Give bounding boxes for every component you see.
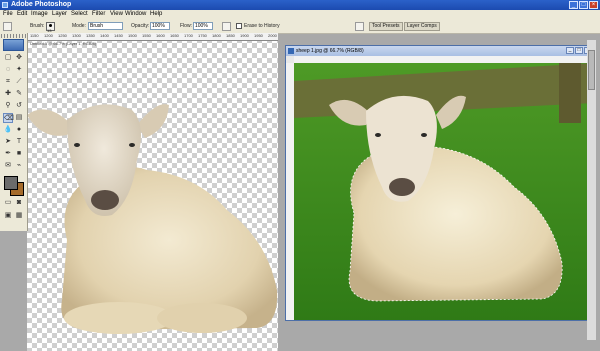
scrollbar-thumb[interactable] bbox=[588, 50, 595, 90]
document-title-left: Untitled-1 @ 66.7% (Layer 1, RGB/8) bbox=[30, 41, 97, 46]
ruler-tick: 1350 bbox=[86, 33, 95, 38]
dodge-tool-icon[interactable]: ● bbox=[14, 125, 24, 135]
ruler-tick: 1150 bbox=[30, 33, 39, 38]
title-bar: Adobe Photoshop _ □ × bbox=[0, 0, 600, 10]
options-bar: Brush: 13 Mode: Brush Opacity: 100% Flow… bbox=[0, 20, 600, 34]
menu-edit[interactable]: Edit bbox=[17, 11, 27, 17]
ruler-tick: 1550 bbox=[142, 33, 151, 38]
gradient-tool-icon[interactable]: ▤ bbox=[14, 113, 24, 123]
brush-tool-icon[interactable]: ✎ bbox=[14, 89, 24, 99]
full-screen-icon[interactable]: ▦ bbox=[14, 211, 24, 221]
menu-file[interactable]: File bbox=[3, 11, 13, 17]
history-brush-icon[interactable]: ↺ bbox=[14, 101, 24, 111]
eraser-tool-icon[interactable] bbox=[3, 22, 12, 31]
cutout-sheep-image bbox=[27, 104, 278, 334]
file-browser-icon[interactable] bbox=[355, 22, 364, 31]
pen-tool-icon[interactable]: ✒ bbox=[3, 149, 13, 159]
doc-minimize-button[interactable]: _ bbox=[566, 47, 574, 54]
foreground-color-swatch[interactable] bbox=[4, 176, 18, 190]
quick-mask-icon[interactable]: ◙ bbox=[14, 198, 24, 208]
path-selection-icon[interactable]: ➤ bbox=[3, 137, 13, 147]
document-window-right[interactable]: sheep 1.jpg @ 66.7% (RGB/8) _ □ × bbox=[285, 45, 595, 321]
ruler-tick: 1850 bbox=[226, 33, 235, 38]
erase-to-history-checkbox[interactable] bbox=[236, 23, 242, 29]
screen-mode-icon[interactable]: ▣ bbox=[3, 211, 13, 221]
eyedropper-icon[interactable]: ⌁ bbox=[14, 161, 24, 171]
move-tool-icon[interactable]: ✥ bbox=[14, 53, 24, 63]
close-button[interactable]: × bbox=[589, 1, 598, 9]
marquee-tool-icon[interactable]: ▢ bbox=[3, 53, 13, 63]
ruler-tick: 1700 bbox=[184, 33, 193, 38]
toolbox-grip[interactable] bbox=[1, 34, 26, 38]
menu-window[interactable]: Window bbox=[125, 11, 146, 17]
ruler-tick: 2000 bbox=[268, 33, 277, 38]
crop-tool-icon[interactable]: ⌗ bbox=[3, 77, 13, 87]
ruler-tick: 1600 bbox=[156, 33, 165, 38]
ruler-tick: 1900 bbox=[240, 33, 249, 38]
doc-maximize-button[interactable]: □ bbox=[575, 47, 583, 54]
opacity-field[interactable]: 100% bbox=[150, 22, 170, 30]
shape-tool-icon[interactable]: ■ bbox=[14, 149, 24, 159]
clone-stamp-icon[interactable]: ⚲ bbox=[3, 101, 13, 111]
ruler-tick: 1300 bbox=[72, 33, 81, 38]
window-title: Adobe Photoshop bbox=[11, 1, 72, 8]
erase-to-history-label: Erase to History bbox=[244, 23, 280, 29]
window-controls: _ □ × bbox=[569, 1, 598, 9]
brush-label: Brush: bbox=[30, 23, 45, 29]
flow-label: Flow: bbox=[180, 23, 192, 29]
menu-select[interactable]: Select bbox=[71, 11, 88, 17]
menu-image[interactable]: Image bbox=[31, 11, 48, 17]
ruler-tick: 1500 bbox=[128, 33, 137, 38]
menu-layer[interactable]: Layer bbox=[52, 11, 67, 17]
ruler-tick: 1650 bbox=[170, 33, 179, 38]
ruler-tick: 1250 bbox=[58, 33, 67, 38]
ruler-tick: 1800 bbox=[212, 33, 221, 38]
healing-brush-icon[interactable]: ✚ bbox=[3, 89, 13, 99]
ruler-tick: 1450 bbox=[114, 33, 123, 38]
mode-select[interactable]: Brush bbox=[88, 22, 123, 30]
blur-tool-icon[interactable]: 💧 bbox=[3, 125, 13, 135]
ruler-tick: 1750 bbox=[198, 33, 207, 38]
document-title: sheep 1.jpg @ 66.7% (RGB/8) bbox=[296, 48, 364, 54]
menu-view[interactable]: View bbox=[110, 11, 123, 17]
photoshop-logo-icon[interactable] bbox=[3, 39, 24, 51]
ruler-tick: 1200 bbox=[44, 33, 53, 38]
lasso-tool-icon[interactable]: ◌ bbox=[3, 65, 13, 75]
magic-wand-icon[interactable]: ✦ bbox=[14, 65, 24, 75]
maximize-button[interactable]: □ bbox=[579, 1, 588, 9]
eraser-tool-icon[interactable]: ⌫ bbox=[3, 113, 14, 123]
sheep-photo[interactable] bbox=[294, 63, 594, 321]
ruler-tick: 1400 bbox=[100, 33, 109, 38]
tab-layer-comps[interactable]: Layer Comps bbox=[404, 22, 440, 31]
photoshop-icon bbox=[2, 2, 8, 8]
tab-tool-presets[interactable]: Tool Presets bbox=[369, 22, 403, 31]
mode-label: Mode: bbox=[72, 23, 86, 29]
toolbox: ▢ ✥ ◌ ✦ ⌗ ⟋ ✚ ✎ ⚲ ↺ ⌫ ▤ 💧 ● ➤ T ✒ ■ ✉ ⌁ … bbox=[0, 33, 28, 231]
ruler-tick: 1950 bbox=[254, 33, 263, 38]
notes-tool-icon[interactable]: ✉ bbox=[3, 161, 13, 171]
ruler-top-left: 1150 1200 1250 1300 1350 1400 1450 1500 … bbox=[27, 33, 278, 41]
menu-filter[interactable]: Filter bbox=[92, 11, 105, 17]
airbrush-icon[interactable] bbox=[222, 22, 231, 31]
document-title-bar[interactable]: sheep 1.jpg @ 66.7% (RGB/8) _ □ × bbox=[286, 46, 594, 56]
opacity-label: Opacity: bbox=[131, 23, 150, 29]
vertical-scrollbar[interactable] bbox=[587, 40, 596, 340]
standard-mode-icon[interactable]: ▭ bbox=[3, 198, 13, 208]
menu-help[interactable]: Help bbox=[150, 11, 162, 17]
flow-field[interactable]: 100% bbox=[193, 22, 213, 30]
type-tool-icon[interactable]: T bbox=[14, 137, 24, 147]
minimize-button[interactable]: _ bbox=[569, 1, 578, 9]
slice-tool-icon[interactable]: ⟋ bbox=[14, 77, 24, 87]
document-icon bbox=[288, 48, 294, 54]
